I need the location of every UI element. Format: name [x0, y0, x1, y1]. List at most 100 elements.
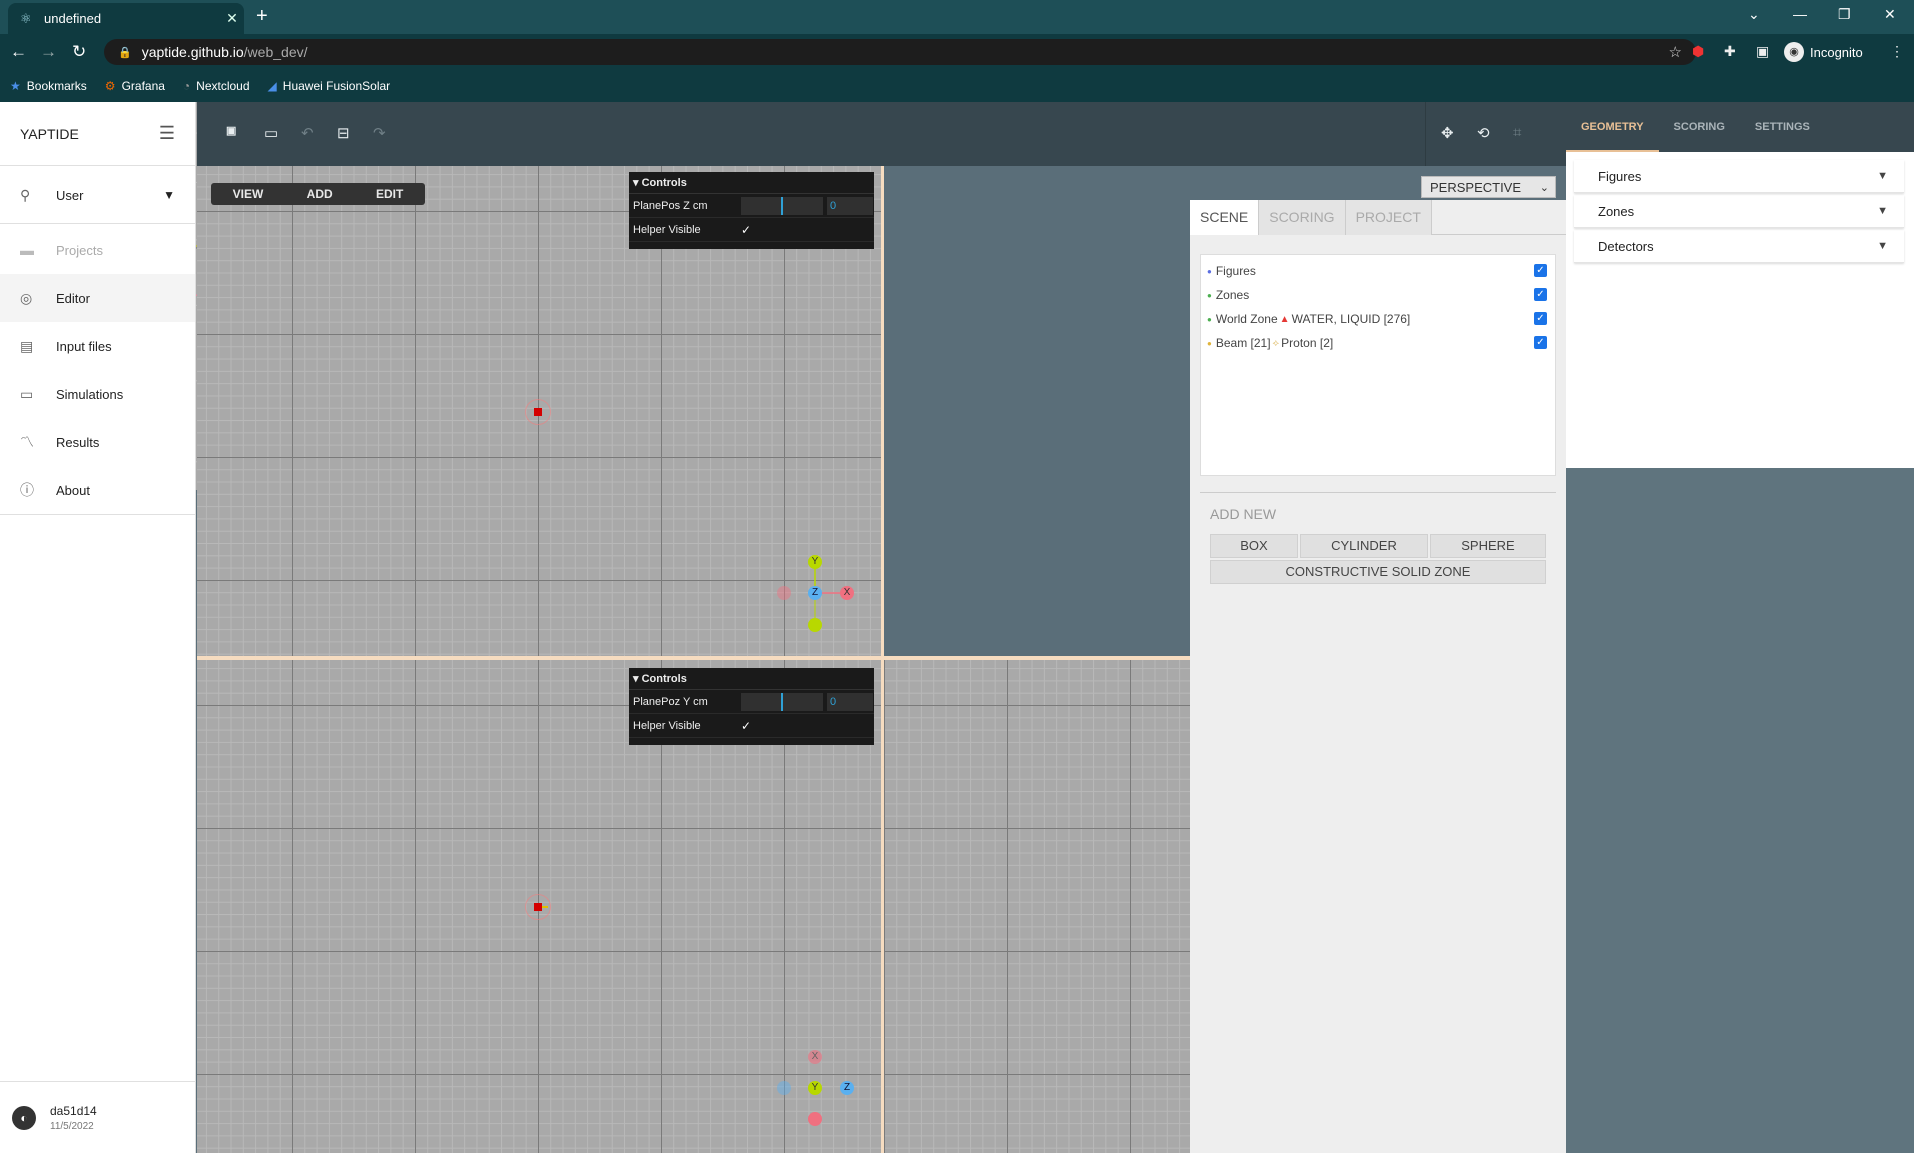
nav-item-simulations[interactable]: ▭ Simulations [0, 370, 195, 418]
browser-tab[interactable]: ⚛ undefined ✕ [8, 3, 244, 34]
restore-icon[interactable]: ❐ [1838, 6, 1851, 23]
plane-pos-input[interactable]: 0 [827, 196, 873, 215]
undo-icon[interactable]: ↶ [301, 124, 314, 142]
outliner-label: Figures [1215, 264, 1256, 278]
tab-search-icon[interactable]: ⌄ [1748, 6, 1760, 23]
tab-settings[interactable]: SETTINGS [1740, 102, 1825, 152]
gizmo-z-axis[interactable]: Z [840, 1081, 854, 1095]
bookmark-grafana[interactable]: ⚙ Grafana [105, 79, 165, 93]
viewport-splitter-horizontal[interactable] [197, 656, 1190, 660]
gizmo-neg-x-axis[interactable] [808, 1112, 822, 1126]
nav-item-editor[interactable]: ◎ Editor [0, 274, 195, 322]
tab-project[interactable]: PROJECT [1345, 200, 1432, 235]
bookmark-bookmarks[interactable]: ★ Bookmarks [10, 79, 87, 93]
minimize-icon[interactable]: — [1793, 6, 1807, 22]
gizmo-z-axis[interactable]: Z [808, 586, 822, 600]
chevron-down-icon: ▼ [1877, 205, 1888, 217]
nav-item-projects[interactable]: ▬ Projects [0, 226, 195, 274]
plane-pos-slider[interactable] [741, 196, 823, 215]
helper-visible-checkbox[interactable]: ✓ [741, 719, 751, 733]
add-sphere-button[interactable]: SPHERE [1430, 534, 1546, 558]
gizmo-y-axis[interactable]: Y [808, 555, 822, 569]
new-tab-icon[interactable]: + [256, 5, 268, 28]
gizmo-x-axis[interactable]: X [808, 1050, 822, 1064]
close-tab-icon[interactable]: ✕ [220, 10, 244, 27]
outliner-row-world-zone[interactable]: ● World Zone ▲ WATER, LIQUID [276] ✓ [1201, 307, 1555, 331]
beam-marker[interactable] [534, 903, 542, 911]
outliner-row-zones[interactable]: ● Zones ✓ [1201, 283, 1555, 307]
bookmark-label: Nextcloud [196, 79, 250, 93]
add-csz-button[interactable]: CONSTRUCTIVE SOLID ZONE [1210, 560, 1546, 584]
plane-pos-slider[interactable] [741, 692, 823, 711]
scene-outliner[interactable]: ● Figures ✓ ● Zones ✓ ● World Zone ▲ WAT… [1200, 254, 1556, 476]
material-triangle-icon: ▲ [1279, 313, 1290, 325]
controls-panel-top: ▾ Controls PlanePos Z cm 0 Helper Visibl… [629, 172, 874, 249]
chevron-down-icon[interactable]: ▼ [163, 188, 175, 202]
nav-item-input-files[interactable]: ▤ Input files [0, 322, 195, 370]
nav-item-user[interactable]: ⚲ User ▼ [0, 166, 195, 224]
viewport-side-view[interactable] [884, 660, 1190, 1153]
add-cylinder-button[interactable]: CYLINDER [1300, 534, 1428, 558]
location-pin-icon: ⚲ [20, 186, 31, 203]
tab-scoring[interactable]: SCORING [1259, 200, 1346, 235]
tab-scene[interactable]: SCENE [1190, 200, 1260, 235]
menu-hamburger-icon[interactable]: ☰ [159, 123, 175, 144]
menu-edit[interactable]: EDIT [364, 187, 415, 201]
menu-view[interactable]: VIEW [221, 187, 276, 201]
panel-divider [1200, 492, 1556, 493]
close-window-icon[interactable]: ✕ [1884, 6, 1896, 23]
outliner-row-beam[interactable]: ● Beam [21] ⟡ Proton [2] ✓ [1201, 331, 1555, 355]
camera-select[interactable]: PERSPECTIVE ⌄ [1421, 176, 1556, 198]
plane-pos-input[interactable]: 0 [827, 692, 873, 711]
gizmo-neg-x-axis[interactable] [777, 586, 791, 600]
browser-menu-icon[interactable]: ⋮ [1890, 43, 1904, 60]
crop-icon[interactable]: ⌗ [1513, 124, 1521, 141]
bookmark-fusionsolar[interactable]: ◢ Huawei FusionSolar [268, 79, 391, 93]
visibility-checkbox[interactable]: ✓ [1534, 264, 1547, 277]
gizmo-neg-y-axis[interactable] [808, 618, 822, 632]
editor-3d-icon: ◎ [20, 289, 33, 306]
gizmo-y-axis[interactable]: Y [808, 1081, 822, 1095]
nav-item-about[interactable]: ⓘ About [0, 466, 195, 514]
accordion-detectors[interactable]: Detectors ▼ [1574, 230, 1904, 263]
address-bar[interactable]: 🔒 yaptide.github.io/web_dev/ ☆ [104, 39, 1696, 65]
add-box-button[interactable]: BOX [1210, 534, 1298, 558]
forward-icon[interactable]: → [40, 42, 57, 62]
accordion-zones[interactable]: Zones ▼ [1574, 195, 1904, 228]
gizmo-neg-z-axis[interactable] [777, 1081, 791, 1095]
github-icon[interactable]: ◐ [12, 1105, 36, 1130]
version-hash: da51d14 [50, 1103, 97, 1118]
visibility-checkbox[interactable]: ✓ [1534, 336, 1547, 349]
extensions-puzzle-icon[interactable]: ✚ [1724, 43, 1736, 60]
menu-add[interactable]: ADD [295, 187, 345, 201]
extension-shield-icon[interactable]: ⬢ [1692, 43, 1704, 60]
folder-open-icon[interactable]: ▭ [264, 124, 278, 142]
helper-visible-checkbox[interactable]: ✓ [741, 223, 751, 237]
browser-tab-bar: ⚛ undefined ✕ + ⌄ — ❐ ✕ [0, 0, 1914, 34]
new-file-icon[interactable]: ▣ [226, 124, 236, 137]
move-arrows-icon[interactable]: ✥ [1441, 124, 1454, 142]
accordion-figures[interactable]: Figures ▼ [1574, 160, 1904, 193]
gizmo-x-axis[interactable]: X [840, 586, 854, 600]
incognito-badge[interactable]: ◉ Incognito [1784, 42, 1863, 62]
beam-marker[interactable] [534, 408, 542, 416]
controls-title: Controls [641, 673, 687, 685]
visibility-checkbox[interactable]: ✓ [1534, 312, 1547, 325]
chevron-down-icon: ⌄ [1539, 181, 1549, 194]
bookmark-nextcloud[interactable]: ◔ Nextcloud [183, 79, 250, 93]
controls-header[interactable]: ▾ Controls [629, 668, 874, 690]
outliner-label: World Zone [1215, 312, 1278, 326]
save-icon[interactable]: ⊟ [337, 124, 350, 142]
visibility-checkbox[interactable]: ✓ [1534, 288, 1547, 301]
controls-header[interactable]: ▾ Controls [629, 172, 874, 194]
bookmark-star-icon[interactable]: ☆ [1669, 43, 1682, 61]
reload-icon[interactable]: ↻ [72, 42, 86, 62]
tab-scoring[interactable]: SCORING [1659, 102, 1740, 152]
rotate-icon[interactable]: ⟲ [1477, 124, 1490, 142]
outliner-row-figures[interactable]: ● Figures ✓ [1201, 259, 1555, 283]
nav-item-results[interactable]: 〽 Results [0, 418, 195, 466]
tab-geometry[interactable]: GEOMETRY [1566, 102, 1659, 152]
back-icon[interactable]: ← [10, 42, 27, 62]
redo-icon[interactable]: ↷ [373, 124, 386, 142]
side-panel-icon[interactable]: ▣ [1756, 43, 1769, 60]
